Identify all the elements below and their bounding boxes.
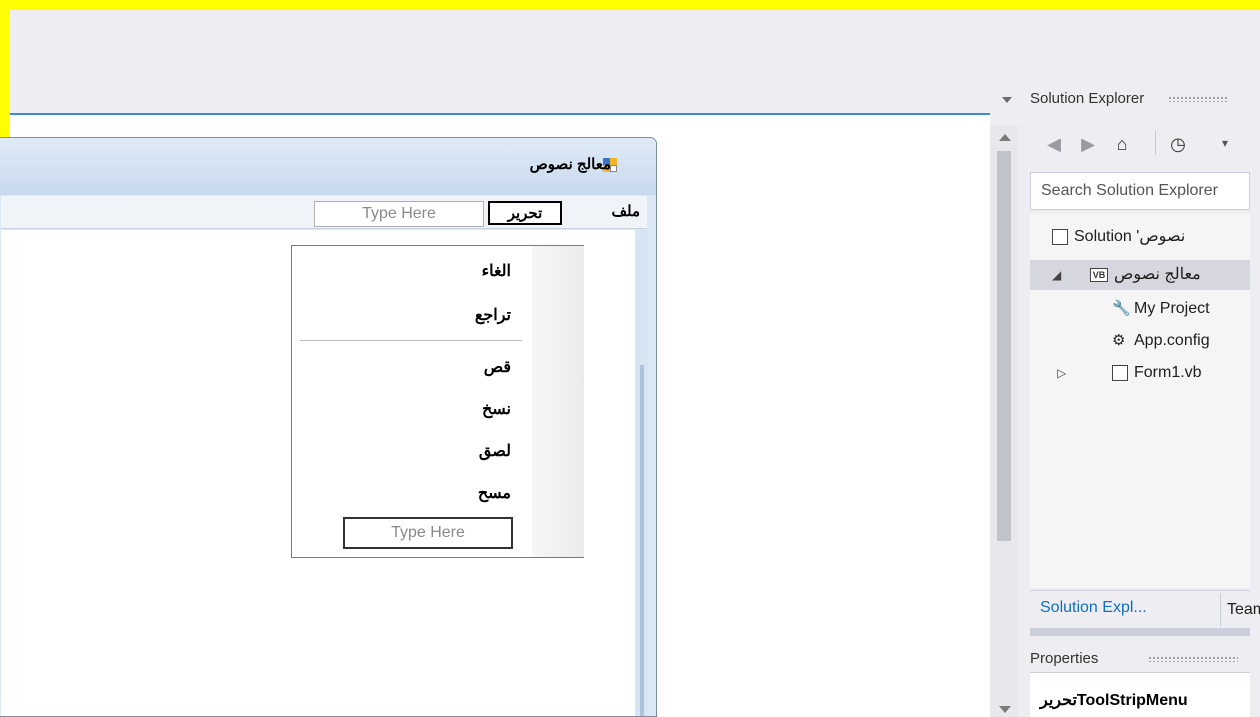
panel-grip[interactable] (1168, 96, 1228, 102)
solution-explorer-title[interactable]: Solution Explorer (1030, 90, 1144, 107)
edit-menu-dropdown: الغاء تراجع قص نسخ لصق مسح Type Here (291, 245, 584, 558)
tree-item-form1[interactable]: ▷ Form1.vb (1030, 358, 1250, 388)
form-right-border (636, 230, 648, 716)
scroll-thumb[interactable] (997, 151, 1011, 541)
form-file-icon (1112, 364, 1128, 381)
properties-object-selector[interactable]: تحريرToolStripMenu (1030, 672, 1250, 717)
tree-item-project[interactable]: ◢ VB معالج نصوص (1030, 260, 1250, 290)
window-position-dropdown-icon[interactable] (1002, 97, 1012, 103)
scroll-up-icon[interactable] (999, 134, 1011, 141)
tab-team-explorer[interactable]: Team (1220, 593, 1260, 627)
properties-grip[interactable] (1148, 656, 1238, 662)
expand-icon[interactable]: ▷ (1057, 358, 1066, 388)
toolbar-area (10, 10, 1260, 90)
tree-item-app-config[interactable]: ⚙ App.config (1112, 326, 1210, 356)
collapse-icon[interactable]: ◢ (1052, 260, 1061, 290)
explorer-tab-strip: Solution Expl... Team (1030, 590, 1260, 628)
home-icon[interactable]: ⌂ (1112, 134, 1132, 154)
menu-strip: ملف تحرير Type Here (1, 196, 647, 229)
dropdown-caret-icon[interactable]: ▾ (1222, 136, 1228, 150)
menu-item-cut[interactable]: قص (484, 358, 511, 378)
tree-item-solution[interactable]: Solution 'نصوص (1052, 222, 1185, 252)
menu-edit[interactable]: تحرير (488, 201, 562, 225)
form-title: معالج نصوص (529, 156, 611, 173)
menu-type-here-input[interactable]: Type Here (314, 201, 484, 227)
menu-item-copy[interactable]: نسخ (482, 400, 511, 420)
vb-project-icon: VB (1090, 267, 1108, 282)
designer-scrollbar[interactable] (990, 125, 1018, 717)
form-title-bar[interactable]: معالج نصوص (0, 138, 656, 195)
properties-title[interactable]: Properties (1030, 650, 1098, 667)
panel-splitter[interactable] (1030, 628, 1250, 636)
solution-icon (1052, 228, 1068, 245)
menu-item-paste[interactable]: لصق (479, 442, 511, 462)
solution-search-input[interactable]: Search Solution Explorer (1030, 172, 1250, 210)
scroll-down-icon[interactable] (999, 706, 1011, 713)
back-icon[interactable]: ◀ (1044, 134, 1064, 154)
tree-item-my-project[interactable]: 🔧 My Project (1112, 294, 1210, 324)
menu-file[interactable]: ملف (611, 201, 640, 225)
menu-item-undo[interactable]: تراجع (475, 306, 511, 326)
solution-tree: Solution 'نصوص ◢ VB معالج نصوص 🔧 My Projec… (1030, 214, 1250, 588)
toolbar-separator (1155, 131, 1156, 155)
config-file-icon: ⚙ (1112, 331, 1126, 349)
wrench-icon: 🔧 (1112, 299, 1131, 317)
menu-separator (300, 340, 522, 341)
tab-solution-explorer[interactable]: Solution Expl... (1040, 599, 1147, 617)
menu-item-delete[interactable]: مسح (478, 484, 511, 504)
forward-icon[interactable]: ▶ (1078, 134, 1098, 154)
solution-explorer-toolbar: ◀ ▶ ⌂ ◷ ▾ (1030, 126, 1250, 166)
dropdown-image-margin (532, 246, 584, 557)
dropdown-type-here-input[interactable]: Type Here (343, 517, 513, 549)
pending-changes-icon[interactable]: ◷ (1168, 134, 1188, 154)
menu-item-cancel[interactable]: الغاء (482, 262, 511, 282)
